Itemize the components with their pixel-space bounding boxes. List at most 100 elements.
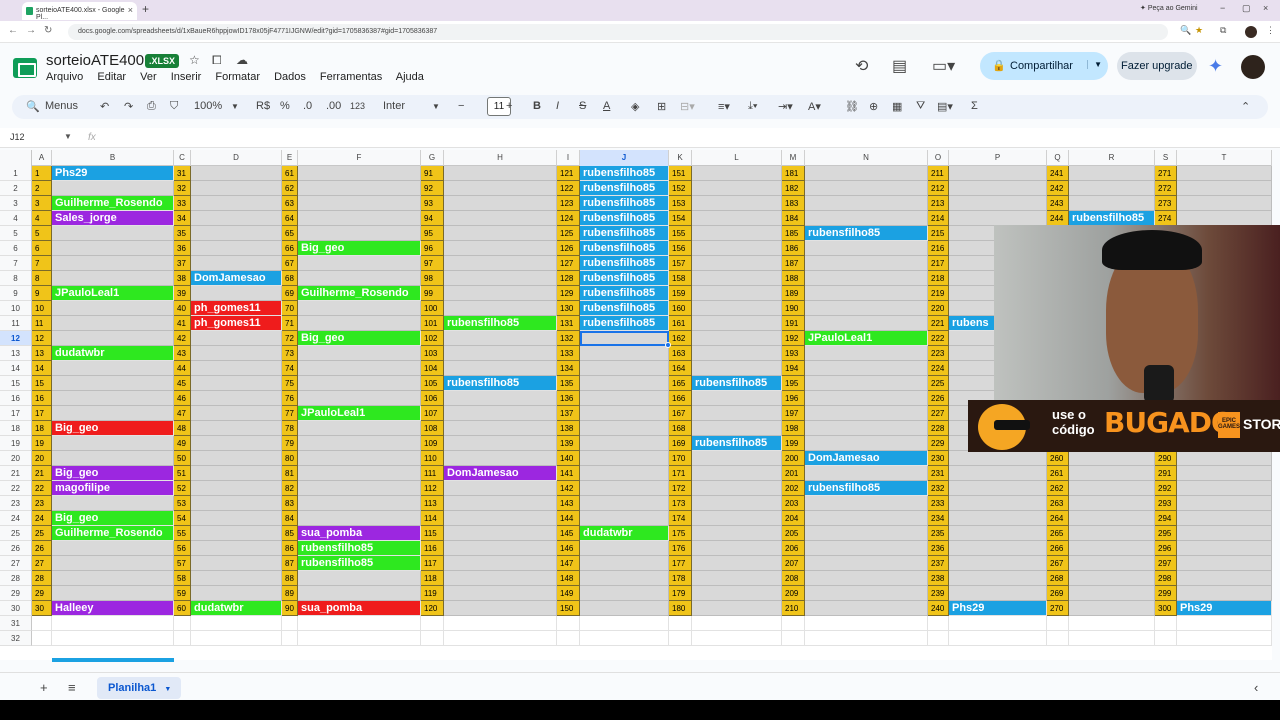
row-header[interactable]: 6 — [0, 241, 32, 256]
blank-cell[interactable] — [298, 616, 421, 631]
number-cell[interactable]: 48 — [174, 421, 191, 436]
empty-cell[interactable] — [1069, 181, 1155, 196]
row-header[interactable]: 13 — [0, 346, 32, 361]
name-cell[interactable]: rubensfilho85 — [692, 376, 782, 391]
blank-cell[interactable] — [1069, 616, 1155, 631]
row-header[interactable]: 1 — [0, 166, 32, 181]
number-cell[interactable]: 189 — [782, 286, 805, 301]
column-header-n[interactable]: N — [805, 150, 928, 166]
font-size-plus-icon[interactable]: + — [506, 100, 512, 112]
number-cell[interactable]: 102 — [421, 331, 444, 346]
column-header-e[interactable]: E — [282, 150, 298, 166]
number-cell[interactable]: 5 — [32, 226, 52, 241]
strikethrough-icon[interactable]: S — [579, 100, 586, 112]
empty-cell[interactable] — [1177, 196, 1272, 211]
row-header[interactable]: 14 — [0, 361, 32, 376]
row-header[interactable]: 31 — [0, 616, 32, 631]
number-cell[interactable]: 69 — [282, 286, 298, 301]
empty-cell[interactable] — [805, 421, 928, 436]
empty-cell[interactable] — [805, 586, 928, 601]
empty-cell[interactable] — [191, 166, 282, 181]
number-cell[interactable]: 62 — [282, 181, 298, 196]
empty-cell[interactable] — [298, 436, 421, 451]
vertical-align-icon[interactable]: ⤓▾ — [748, 100, 757, 113]
empty-cell[interactable] — [1069, 571, 1155, 586]
name-cell[interactable]: rubensfilho85 — [444, 316, 557, 331]
row-header[interactable]: 26 — [0, 541, 32, 556]
empty-cell[interactable] — [580, 601, 669, 616]
comments-icon[interactable]: ▤ — [892, 56, 907, 76]
blank-cell[interactable] — [1047, 631, 1069, 646]
number-cell[interactable]: 156 — [669, 241, 692, 256]
maximize-icon[interactable]: ▢ — [1242, 3, 1251, 14]
empty-cell[interactable] — [444, 526, 557, 541]
empty-cell[interactable] — [52, 316, 174, 331]
empty-cell[interactable] — [444, 301, 557, 316]
blank-cell[interactable] — [782, 616, 805, 631]
number-cell[interactable]: 165 — [669, 376, 692, 391]
empty-cell[interactable] — [444, 166, 557, 181]
empty-cell[interactable] — [298, 496, 421, 511]
row-header[interactable]: 4 — [0, 211, 32, 226]
name-cell[interactable]: rubensfilho85 — [805, 481, 928, 496]
number-cell[interactable]: 127 — [557, 256, 580, 271]
bookmark-star-icon[interactable]: ★ — [1195, 25, 1203, 36]
blank-cell[interactable] — [928, 616, 949, 631]
empty-cell[interactable] — [1177, 556, 1272, 571]
print-icon[interactable]: ⎙ — [147, 100, 156, 113]
name-cell[interactable]: rubensfilho85 — [580, 241, 669, 256]
empty-cell[interactable] — [298, 391, 421, 406]
empty-cell[interactable] — [191, 526, 282, 541]
empty-cell[interactable] — [580, 481, 669, 496]
number-cell[interactable]: 128 — [557, 271, 580, 286]
column-header-r[interactable]: R — [1069, 150, 1155, 166]
name-cell[interactable]: rubensfilho85 — [580, 301, 669, 316]
name-cell[interactable]: magofilipe — [52, 481, 174, 496]
empty-cell[interactable] — [949, 526, 1047, 541]
number-cell[interactable]: 81 — [282, 466, 298, 481]
number-cell[interactable]: 30 — [32, 601, 52, 616]
empty-cell[interactable] — [580, 376, 669, 391]
number-cell[interactable]: 139 — [557, 436, 580, 451]
number-cell[interactable]: 132 — [557, 331, 580, 346]
empty-cell[interactable] — [692, 586, 782, 601]
empty-cell[interactable] — [692, 346, 782, 361]
number-cell[interactable]: 91 — [421, 166, 444, 181]
paint-format-icon[interactable]: ⛉ — [170, 100, 178, 113]
history-icon[interactable]: ⟲ — [855, 56, 868, 76]
empty-cell[interactable] — [805, 241, 928, 256]
empty-cell[interactable] — [692, 496, 782, 511]
row-header[interactable]: 22 — [0, 481, 32, 496]
empty-cell[interactable] — [191, 376, 282, 391]
number-cell[interactable]: 147 — [557, 556, 580, 571]
blank-cell[interactable] — [805, 616, 928, 631]
number-cell[interactable]: 297 — [1155, 556, 1177, 571]
row-header[interactable]: 23 — [0, 496, 32, 511]
empty-cell[interactable] — [692, 556, 782, 571]
column-header-l[interactable]: L — [692, 150, 782, 166]
empty-cell[interactable] — [1177, 496, 1272, 511]
number-cell[interactable]: 109 — [421, 436, 444, 451]
name-cell[interactable]: rubensfilho85 — [580, 286, 669, 301]
empty-cell[interactable] — [298, 316, 421, 331]
number-cell[interactable]: 6 — [32, 241, 52, 256]
empty-cell[interactable] — [692, 301, 782, 316]
empty-cell[interactable] — [52, 436, 174, 451]
sheets-logo-icon[interactable] — [13, 58, 37, 78]
empty-cell[interactable] — [1177, 541, 1272, 556]
number-cell[interactable]: 94 — [421, 211, 444, 226]
number-cell[interactable]: 118 — [421, 571, 444, 586]
empty-cell[interactable] — [191, 541, 282, 556]
empty-cell[interactable] — [52, 241, 174, 256]
number-cell[interactable]: 67 — [282, 256, 298, 271]
empty-cell[interactable] — [1177, 481, 1272, 496]
name-cell[interactable]: Guilherme_Rosendo — [52, 196, 174, 211]
name-box[interactable]: J12 — [10, 132, 25, 142]
empty-cell[interactable] — [692, 571, 782, 586]
number-cell[interactable]: 209 — [782, 586, 805, 601]
empty-cell[interactable] — [444, 271, 557, 286]
number-cell[interactable]: 117 — [421, 556, 444, 571]
chevron-down-icon[interactable]: ▼ — [1087, 60, 1102, 69]
empty-cell[interactable] — [692, 241, 782, 256]
empty-cell[interactable] — [191, 421, 282, 436]
